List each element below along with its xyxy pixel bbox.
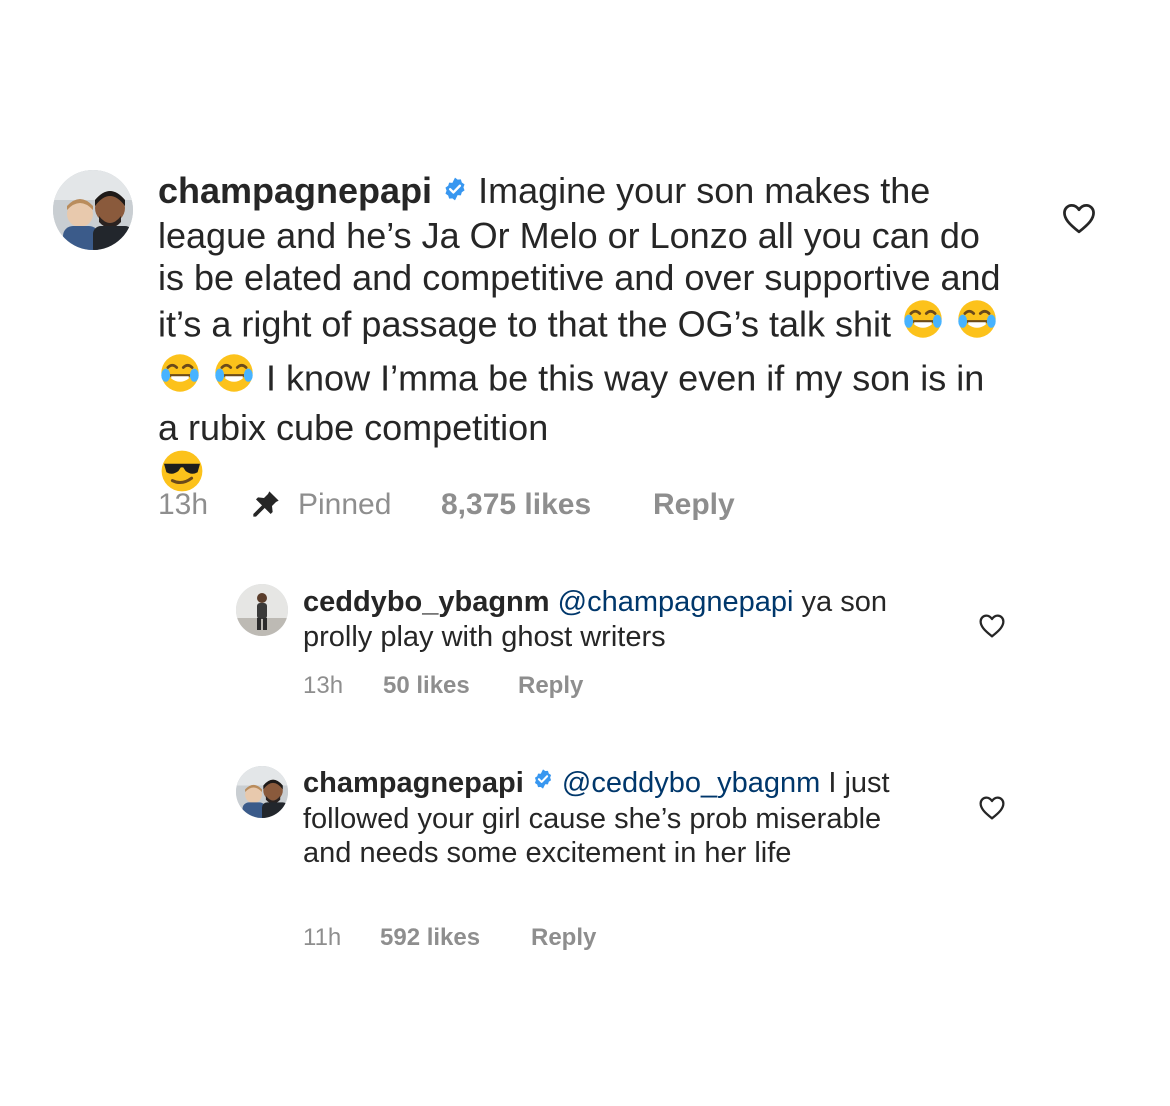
comment-username[interactable]: champagnepapi xyxy=(158,170,432,211)
mention-link[interactable]: @ceddybo_ybagnm xyxy=(562,767,820,799)
reply-button[interactable]: Reply xyxy=(531,924,596,952)
reply-button[interactable]: Reply xyxy=(653,488,735,522)
reply-time: 13h xyxy=(303,672,344,699)
reply-username[interactable]: champagnepapi xyxy=(303,767,524,799)
verified-badge-icon xyxy=(442,169,468,212)
comment-time: 13h xyxy=(158,488,209,521)
like-heart-icon[interactable] xyxy=(978,613,1006,638)
avatar-image xyxy=(236,584,288,636)
reply-likes-count[interactable]: 50 likes xyxy=(383,672,470,700)
reply-2-meta: 11h 592 likes Reply xyxy=(303,924,803,956)
comment-text-part2: I know I’mma be this way even if my son … xyxy=(158,356,985,449)
pushpin-icon xyxy=(250,488,282,528)
verified-badge-icon xyxy=(532,764,554,799)
reply-1-meta: 13h 50 likes Reply xyxy=(303,672,803,704)
avatar-champagnepapi-reply[interactable] xyxy=(236,766,288,818)
avatar-image xyxy=(236,766,288,818)
reply-2-body: champagnepapi @ceddybo_ybagnm I just fol… xyxy=(303,766,903,871)
likes-count[interactable]: 8,375 likes xyxy=(441,488,591,522)
reply-username[interactable]: ceddybo_ybagnm xyxy=(303,586,550,618)
main-comment-meta: 13h Pinned 8,375 likes Reply xyxy=(158,488,858,528)
pinned-label: Pinned xyxy=(298,488,392,521)
like-heart-icon[interactable] xyxy=(1061,202,1097,234)
avatar-image xyxy=(53,170,133,250)
reply-likes-count[interactable]: 592 likes xyxy=(380,924,480,952)
reply-time: 11h xyxy=(303,924,342,951)
main-comment-body: champagnepapi Imagine your son makes the… xyxy=(158,170,1008,507)
reply-1-body: ceddybo_ybagnm @champagnepapi ya son pro… xyxy=(303,585,963,654)
mention-link[interactable]: @champagnepapi xyxy=(558,586,794,618)
tears-of-joy-emoji-2 xyxy=(955,297,999,351)
reply-button[interactable]: Reply xyxy=(518,672,583,700)
like-heart-icon[interactable] xyxy=(978,795,1006,820)
tears-of-joy-emoji-3 xyxy=(158,351,202,405)
tears-of-joy-emoji-4 xyxy=(212,351,256,405)
avatar-champagnepapi[interactable] xyxy=(53,170,133,250)
avatar-ceddybo[interactable] xyxy=(236,584,288,636)
tears-of-joy-emoji-1 xyxy=(901,297,945,351)
